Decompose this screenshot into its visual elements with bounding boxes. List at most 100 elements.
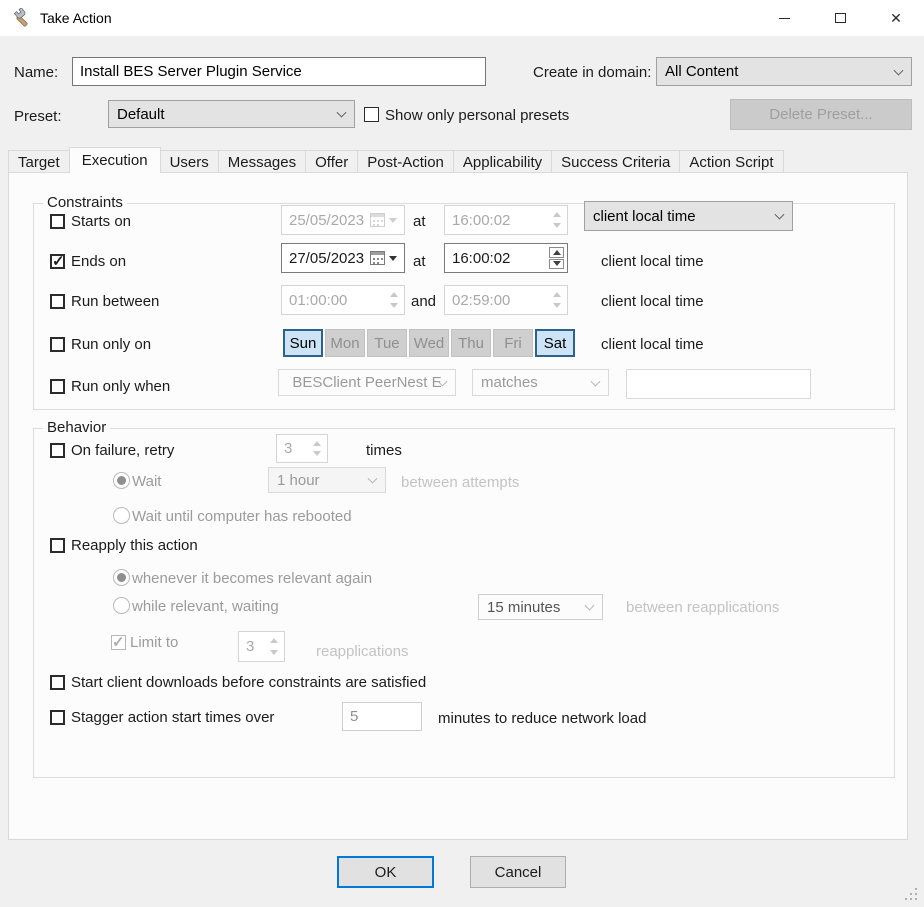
day-button-sat[interactable]: Sat xyxy=(535,329,575,357)
resize-grip[interactable] xyxy=(905,888,918,901)
starts-on-timezone-select[interactable]: client local time xyxy=(584,201,793,231)
limit-count-value: 3 xyxy=(246,638,254,655)
starts-on-time-field[interactable]: 16:00:02 xyxy=(444,205,568,235)
spin-down-button[interactable] xyxy=(549,220,564,231)
run-between-checkbox[interactable] xyxy=(50,294,65,309)
ends-on-time-field[interactable]: 16:00:02 xyxy=(444,243,568,273)
domain-select[interactable]: All Content xyxy=(656,57,912,86)
limit-to-label: Limit to xyxy=(130,634,178,651)
run-between-from-field[interactable]: 01:00:00 xyxy=(281,285,405,315)
run-between-timezone-label: client local time xyxy=(601,293,704,310)
show-personal-presets-checkbox[interactable] xyxy=(364,107,379,122)
stagger-suffix-label: minutes to reduce network load xyxy=(438,710,646,727)
wait-reboot-radio[interactable] xyxy=(113,507,130,524)
while-relevant-radio[interactable] xyxy=(113,597,130,614)
stagger-minutes-input[interactable] xyxy=(342,702,422,731)
run-only-on-label: Run only on xyxy=(71,336,151,353)
calendar-icon xyxy=(370,213,385,227)
tab-success-criteria[interactable]: Success Criteria xyxy=(551,150,680,173)
property-value: BESClient PeerNest E xyxy=(292,374,441,391)
wait-interval-select[interactable]: 1 hour xyxy=(268,467,386,493)
stagger-label: Stagger action start times over xyxy=(71,709,274,726)
run-only-on-timezone-label: client local time xyxy=(601,336,704,353)
run-between-to-field[interactable]: 02:59:00 xyxy=(444,285,568,315)
run-only-when-checkbox[interactable] xyxy=(50,379,65,394)
execution-tab-page: Constraints Starts on 25/05/2023 at 16:0… xyxy=(8,172,908,840)
retry-count-field[interactable]: 3 xyxy=(276,434,328,463)
starts-on-at-label: at xyxy=(413,213,426,230)
between-reapplications-label: between reapplications xyxy=(626,599,779,616)
day-button-mon[interactable]: Mon xyxy=(325,329,365,357)
preset-label: Preset: xyxy=(14,108,62,125)
spin-down-button[interactable] xyxy=(309,449,324,460)
ok-button[interactable]: OK xyxy=(337,856,434,888)
run-only-when-label: Run only when xyxy=(71,378,170,395)
retry-count-value: 3 xyxy=(284,440,292,457)
start-downloads-label: Start client downloads before constraint… xyxy=(71,674,426,691)
stagger-checkbox[interactable] xyxy=(50,710,65,725)
start-downloads-checkbox[interactable] xyxy=(50,675,65,690)
day-button-tue[interactable]: Tue xyxy=(367,329,407,357)
spin-up-button[interactable] xyxy=(266,635,281,647)
behavior-group-title: Behavior xyxy=(43,419,110,436)
tab-action-script[interactable]: Action Script xyxy=(679,150,783,173)
spin-down-button[interactable] xyxy=(549,259,564,270)
wait-radio[interactable] xyxy=(113,472,130,489)
tab-target[interactable]: Target xyxy=(8,150,70,173)
minimize-button[interactable] xyxy=(756,0,812,36)
between-attempts-label: between attempts xyxy=(401,474,519,491)
limit-to-checkbox[interactable] xyxy=(111,635,126,650)
spin-up-button[interactable] xyxy=(549,289,564,300)
starts-on-date-field[interactable]: 25/05/2023 xyxy=(281,205,405,235)
tab-applicability[interactable]: Applicability xyxy=(453,150,552,173)
run-only-when-value-input[interactable] xyxy=(626,369,811,399)
spin-up-button[interactable] xyxy=(386,289,401,300)
ends-on-date-value: 27/05/2023 xyxy=(289,250,364,267)
create-in-domain-label: Create in domain: xyxy=(533,64,651,81)
starts-on-checkbox[interactable] xyxy=(50,214,65,229)
ends-on-at-label: at xyxy=(413,253,426,270)
reapply-checkbox[interactable] xyxy=(50,538,65,553)
tab-users[interactable]: Users xyxy=(160,150,219,173)
chevron-down-icon xyxy=(337,108,347,118)
spin-down-button[interactable] xyxy=(549,300,564,311)
preset-select[interactable]: Default xyxy=(108,100,355,128)
spin-up-button[interactable] xyxy=(309,438,324,449)
spin-up-button[interactable] xyxy=(549,247,564,258)
ends-on-checkbox[interactable] xyxy=(50,254,65,269)
constraints-group-title: Constraints xyxy=(43,194,127,211)
retry-checkbox[interactable] xyxy=(50,443,65,458)
day-button-wed[interactable]: Wed xyxy=(409,329,449,357)
retry-times-label: times xyxy=(366,442,402,459)
maximize-button[interactable] xyxy=(812,0,868,36)
minimize-icon xyxy=(779,18,790,19)
spin-down-button[interactable] xyxy=(386,300,401,311)
run-only-when-operator-select[interactable]: matches xyxy=(472,369,609,396)
cancel-button[interactable]: Cancel xyxy=(470,856,566,888)
show-personal-presets-label: Show only personal presets xyxy=(385,107,569,124)
spin-down-button[interactable] xyxy=(266,647,281,659)
whenever-relevant-radio[interactable] xyxy=(113,569,130,586)
chevron-down-icon xyxy=(775,210,785,220)
calendar-dropdown-icon xyxy=(389,218,397,223)
run-only-when-property-select[interactable]: BESClient PeerNest E xyxy=(278,369,456,396)
ends-on-date-field[interactable]: 27/05/2023 xyxy=(281,243,405,273)
tab-execution[interactable]: Execution xyxy=(69,147,161,173)
tab-strip: Target Execution Users Messages Offer Po… xyxy=(8,149,783,173)
day-button-sun[interactable]: Sun xyxy=(283,329,323,357)
chevron-down-icon xyxy=(368,474,378,484)
reapply-interval-select[interactable]: 15 minutes xyxy=(478,594,603,620)
run-only-on-checkbox[interactable] xyxy=(50,337,65,352)
limit-count-field[interactable]: 3 xyxy=(238,631,285,662)
maximize-icon xyxy=(835,13,846,23)
close-button[interactable]: ✕ xyxy=(868,0,924,36)
title-bar: Take Action ✕ xyxy=(0,0,924,36)
name-input[interactable] xyxy=(72,57,486,86)
day-button-thu[interactable]: Thu xyxy=(451,329,491,357)
tab-messages[interactable]: Messages xyxy=(218,150,306,173)
day-button-fri[interactable]: Fri xyxy=(493,329,533,357)
tab-offer[interactable]: Offer xyxy=(305,150,358,173)
delete-preset-button[interactable]: Delete Preset... xyxy=(730,99,912,130)
tab-post-action[interactable]: Post-Action xyxy=(357,150,454,173)
spin-up-button[interactable] xyxy=(549,209,564,220)
